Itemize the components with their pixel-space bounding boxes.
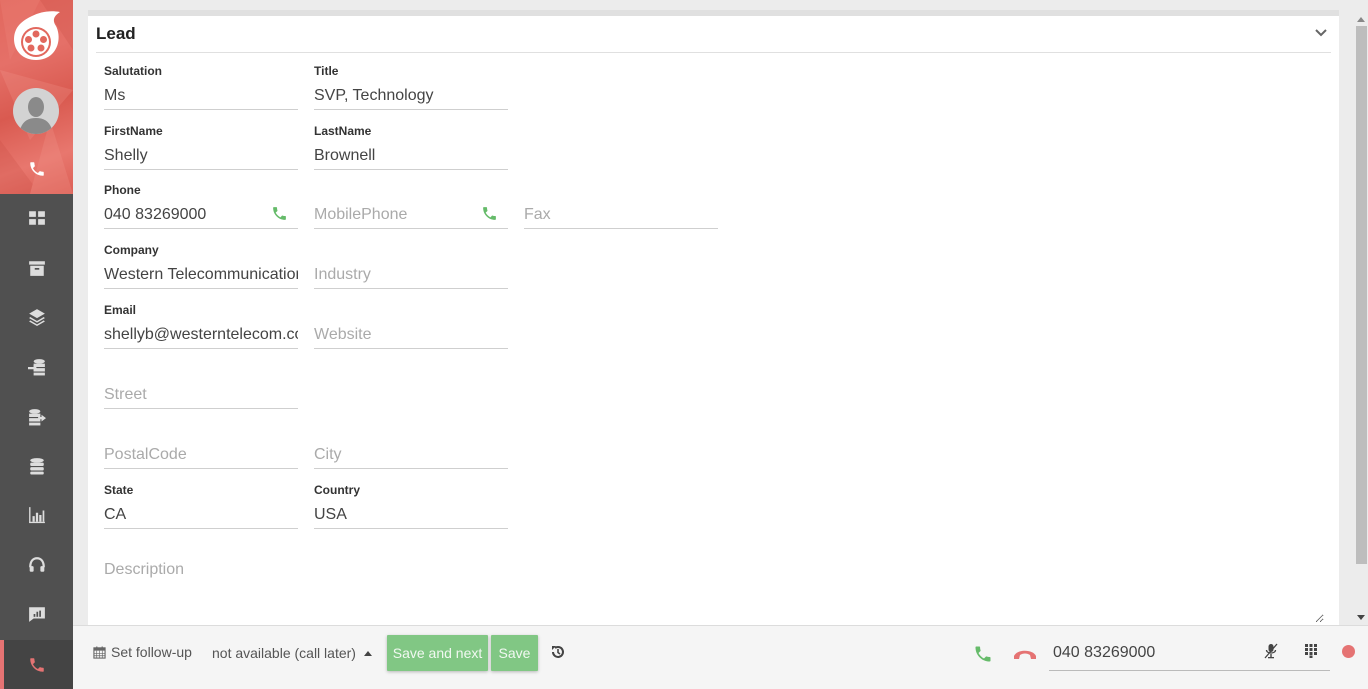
- app-logo-icon[interactable]: [10, 10, 62, 64]
- title-field: Title: [314, 64, 508, 122]
- call-status-value: not available (call later): [212, 645, 356, 661]
- bar-chart-icon: [28, 507, 45, 524]
- city-input[interactable]: [314, 441, 508, 469]
- mobilephone-field: [314, 183, 508, 241]
- sidebar-item-reports[interactable]: [0, 491, 73, 539]
- sidebar-item-calls[interactable]: [0, 640, 73, 689]
- set-followup-label: Set follow-up: [111, 644, 192, 660]
- dialpad-icon[interactable]: [1304, 644, 1318, 658]
- user-avatar[interactable]: [13, 88, 59, 134]
- industry-input[interactable]: [314, 261, 508, 289]
- title-input[interactable]: [314, 82, 508, 110]
- archive-box-icon: [28, 261, 45, 276]
- phone-icon: [29, 657, 44, 672]
- industry-field: [314, 243, 508, 301]
- salutation-input[interactable]: [104, 82, 298, 110]
- state-field: State: [104, 483, 298, 541]
- state-input[interactable]: [104, 501, 298, 529]
- firstname-input[interactable]: [104, 142, 298, 170]
- street-field: [104, 363, 298, 421]
- salutation-field: Salutation: [104, 64, 298, 122]
- country-field: Country: [314, 483, 508, 541]
- sidebar-item-database[interactable]: [0, 442, 73, 490]
- microphone-muted-icon[interactable]: [1264, 643, 1278, 659]
- card-header[interactable]: Lead: [96, 16, 1331, 53]
- save-and-next-button[interactable]: Save and next: [387, 635, 488, 671]
- record-indicator[interactable]: [1342, 645, 1355, 658]
- postalcode-input[interactable]: [104, 441, 298, 469]
- scroll-down-arrow-icon[interactable]: [1357, 615, 1365, 620]
- sidebar-item-feedback[interactable]: [0, 590, 73, 638]
- lastname-field: LastName: [314, 124, 508, 182]
- sidebar-item-archive[interactable]: [0, 244, 73, 292]
- database-export-icon: [28, 409, 46, 426]
- set-followup-button[interactable]: Set follow-up: [93, 644, 192, 660]
- hangup-button-icon[interactable]: [1013, 647, 1037, 661]
- firstname-field: FirstName: [104, 124, 298, 182]
- country-label: Country: [314, 483, 360, 497]
- scroll-thumb[interactable]: [1356, 26, 1367, 564]
- description-textarea[interactable]: [104, 561, 1324, 623]
- street-input[interactable]: [104, 381, 298, 409]
- database-import-icon: [27, 359, 45, 376]
- lastname-label: LastName: [314, 124, 372, 138]
- card-title: Lead: [96, 24, 136, 43]
- sidebar-header: [0, 0, 73, 194]
- lastname-input[interactable]: [314, 142, 508, 170]
- layers-icon: [28, 309, 45, 326]
- caret-up-icon: [363, 650, 372, 656]
- state-label: State: [104, 483, 134, 497]
- email-input[interactable]: [104, 321, 298, 349]
- chat-chart-icon: [28, 607, 45, 622]
- sidebar-item-import[interactable]: [0, 343, 73, 391]
- main-content: Lead Salutation Title FirstName LastName…: [73, 0, 1355, 625]
- fax-input[interactable]: [524, 201, 718, 229]
- phone-label: Phone: [104, 183, 141, 197]
- user-silhouette-icon: [19, 97, 53, 134]
- city-field: [314, 423, 508, 481]
- call-footer-bar: Set follow-up not available (call later)…: [73, 625, 1368, 689]
- database-icon: [29, 458, 44, 475]
- sidebar-item-dashboard[interactable]: [0, 194, 73, 242]
- salutation-label: Salutation: [104, 64, 163, 78]
- call-button-icon[interactable]: [973, 644, 993, 664]
- chevron-down-icon[interactable]: [1315, 28, 1327, 38]
- mobilephone-input[interactable]: [314, 201, 508, 229]
- company-field: Company: [104, 243, 298, 301]
- call-status-select[interactable]: not available (call later): [212, 645, 372, 661]
- company-label: Company: [104, 243, 159, 257]
- call-mobile-icon[interactable]: [481, 205, 498, 222]
- website-field: [314, 303, 508, 361]
- title-label: Title: [314, 64, 339, 78]
- lead-card: Lead Salutation Title FirstName LastName…: [88, 16, 1339, 625]
- country-input[interactable]: [314, 501, 508, 529]
- fax-field: [524, 183, 718, 241]
- sidebar-item-layers[interactable]: [0, 293, 73, 341]
- phone-input[interactable]: [104, 201, 298, 229]
- vertical-scrollbar[interactable]: [1354, 10, 1368, 625]
- sidebar-item-export[interactable]: [0, 393, 73, 441]
- website-input[interactable]: [314, 321, 508, 349]
- calendar-icon: [93, 645, 106, 659]
- headphones-icon: [28, 557, 45, 572]
- phone-icon[interactable]: [28, 160, 46, 178]
- sidebar: [0, 0, 73, 689]
- grid-icon: [28, 211, 45, 225]
- company-input[interactable]: [104, 261, 298, 289]
- email-label: Email: [104, 303, 137, 317]
- postalcode-field: [104, 423, 298, 481]
- sidebar-item-support[interactable]: [0, 541, 73, 589]
- call-phone-icon[interactable]: [271, 205, 288, 222]
- firstname-label: FirstName: [104, 124, 163, 138]
- phone-field: Phone: [104, 183, 298, 241]
- history-icon[interactable]: [550, 644, 566, 660]
- save-button[interactable]: Save: [491, 635, 538, 671]
- email-field: Email: [104, 303, 298, 361]
- scroll-up-arrow-icon[interactable]: [1357, 17, 1365, 22]
- dial-number-input[interactable]: [1049, 636, 1330, 671]
